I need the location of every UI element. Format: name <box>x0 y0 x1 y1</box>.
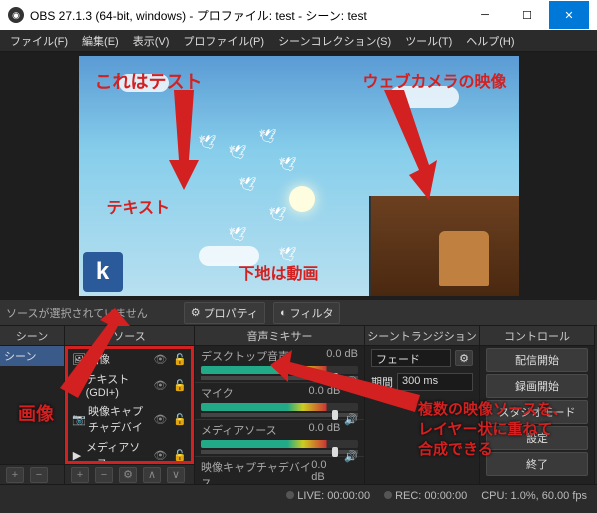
filter-icon: ◐ <box>280 307 287 319</box>
close-button[interactable]: ✕ <box>549 1 589 29</box>
scene-item[interactable]: シーン <box>0 346 64 366</box>
transition-header: シーントランジション <box>365 326 479 346</box>
menubar: ファイル(F) 編集(E) 表示(V) プロファイル(P) シーンコレクション(… <box>0 30 597 52</box>
obs-icon: ◉ <box>8 7 24 23</box>
source-item[interactable]: ▶メディアソース👁🔓 <box>68 437 191 464</box>
remove-scene-button[interactable]: − <box>30 467 48 483</box>
webcam-overlay <box>369 196 519 296</box>
overlay-base-video: 下地は動画 <box>239 260 319 284</box>
transition-settings-button[interactable]: ⚙ <box>455 350 473 366</box>
overlay-webcam-label: ウェブカメラの映像 <box>362 68 506 92</box>
live-status: LIVE: 00:00:00 <box>286 490 370 502</box>
window-title: OBS 27.1.3 (64-bit, windows) - プロファイル: t… <box>30 7 465 24</box>
source-item[interactable]: 📷映像キャプチャデバイ👁🔓 <box>68 401 191 437</box>
annotation-multi1: 複数の映像ソースを、 <box>418 398 567 419</box>
annotation-multi2: レイヤー状に重ねて <box>418 418 553 439</box>
start-record-button[interactable]: 録画開始 <box>486 374 588 398</box>
annotation-multi3: 合成できる <box>418 438 493 459</box>
cpu-status: CPU: 1.0%, 60.00 fps <box>481 490 587 502</box>
menu-help[interactable]: ヘルプ(H) <box>460 31 520 51</box>
camera-icon: 📷 <box>72 413 84 426</box>
menu-file[interactable]: ファイル(F) <box>4 31 74 51</box>
mixer-header: 音声ミキサー <box>195 326 364 346</box>
add-scene-button[interactable]: + <box>6 467 24 483</box>
volume-slider[interactable]: 🔊 <box>201 450 358 454</box>
rec-status: REC: 00:00:00 <box>384 490 467 502</box>
preview-canvas[interactable]: 🕊 🕊 🕊 🕊 🕊 🕊 🕊 🕊 これはテスト テキスト ウェブカメラの映像 下地… <box>79 56 519 296</box>
lock-icon[interactable]: 🔓 <box>173 413 187 426</box>
menu-profile[interactable]: プロファイル(P) <box>177 31 270 51</box>
minimize-button[interactable]: ─ <box>465 1 505 29</box>
eye-icon[interactable]: 👁 <box>153 449 167 462</box>
titlebar: ◉ OBS 27.1.3 (64-bit, windows) - プロファイル:… <box>0 0 597 30</box>
speaker-icon[interactable]: 🔊 <box>344 450 358 463</box>
menu-scene-collection[interactable]: シーンコレクション(S) <box>272 31 397 51</box>
statusbar: LIVE: 00:00:00 REC: 00:00:00 CPU: 1.0%, … <box>0 484 597 506</box>
filters-button[interactable]: ◐フィルタ <box>273 302 340 324</box>
mixer-track: メディアソース0.0 dB 🔊 <box>195 420 364 457</box>
eye-icon[interactable]: 👁 <box>153 353 167 366</box>
media-icon: ▶ <box>72 449 82 462</box>
properties-button[interactable]: ⚙プロパティ <box>184 302 265 324</box>
menu-edit[interactable]: 編集(E) <box>76 31 125 51</box>
eye-icon[interactable]: 👁 <box>153 379 167 392</box>
maximize-button[interactable]: ☐ <box>507 1 547 29</box>
source-settings-button[interactable]: ⚙ <box>119 467 137 483</box>
menu-view[interactable]: 表示(V) <box>127 31 176 51</box>
scenes-header: シーン <box>0 326 64 346</box>
k-logo: k <box>83 252 123 292</box>
move-up-button[interactable]: ∧ <box>143 467 161 483</box>
controls-header: コントロール <box>480 326 594 346</box>
preview-area[interactable]: 🕊 🕊 🕊 🕊 🕊 🕊 🕊 🕊 これはテスト テキスト ウェブカメラの映像 下地… <box>0 52 597 300</box>
add-source-button[interactable]: + <box>71 467 89 483</box>
eye-icon[interactable]: 👁 <box>153 413 167 426</box>
mixer-track: 映像キャプチャデバイス0.0 dB 🔊 <box>195 457 364 484</box>
start-stream-button[interactable]: 配信開始 <box>486 348 588 372</box>
annotation-image: 画像 <box>18 400 54 426</box>
lock-icon[interactable]: 🔓 <box>173 379 187 392</box>
overlay-text-label: テキスト <box>107 194 171 218</box>
gear-icon: ⚙ <box>191 306 201 319</box>
lock-icon[interactable]: 🔓 <box>173 353 187 366</box>
move-down-button[interactable]: ∨ <box>167 467 185 483</box>
lock-icon[interactable]: 🔓 <box>173 449 187 462</box>
menu-tools[interactable]: ツール(T) <box>399 31 458 51</box>
exit-button[interactable]: 終了 <box>486 452 588 476</box>
sun-graphic <box>289 186 315 212</box>
remove-source-button[interactable]: − <box>95 467 113 483</box>
